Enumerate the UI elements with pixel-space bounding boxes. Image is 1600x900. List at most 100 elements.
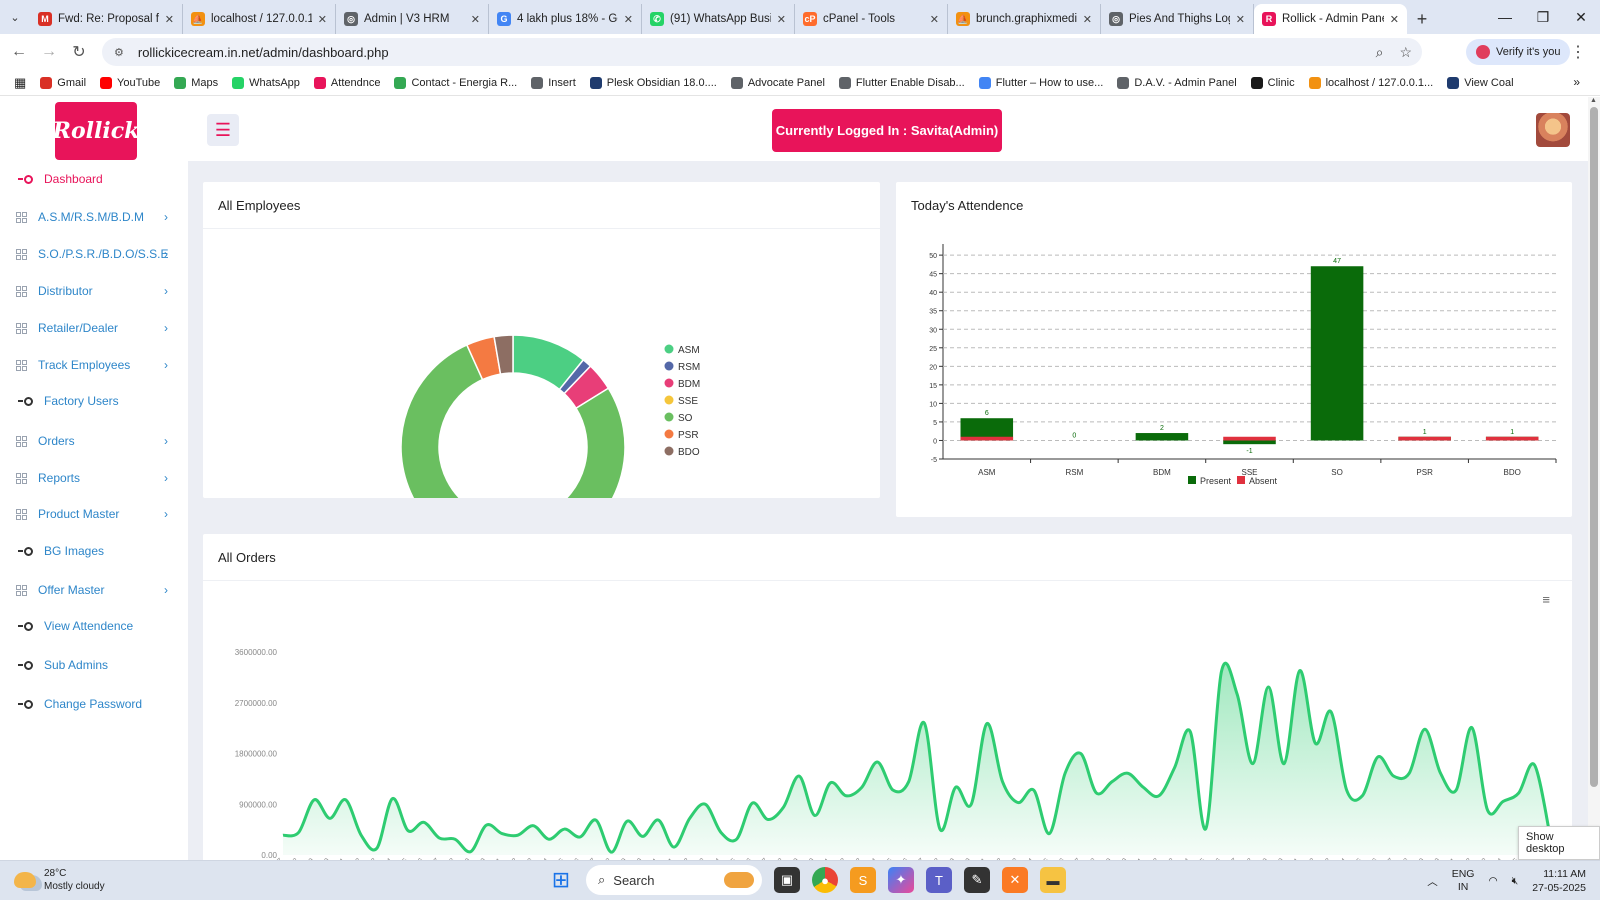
orders-point[interactable] bbox=[1126, 772, 1129, 775]
orders-point[interactable] bbox=[344, 798, 347, 801]
bookmark-item[interactable]: Flutter Enable Disab... bbox=[838, 76, 965, 89]
bookmark-item[interactable]: Advocate Panel bbox=[730, 76, 825, 89]
bar-present-so[interactable] bbox=[1310, 266, 1364, 441]
orders-point[interactable] bbox=[1392, 775, 1395, 778]
minimize-icon[interactable]: — bbox=[1486, 0, 1524, 34]
address-bar[interactable]: ⚙ rollickicecream.in.net/admin/dashboard… bbox=[102, 38, 1422, 66]
windows-start-icon[interactable]: ⊞ bbox=[548, 867, 574, 893]
orders-point[interactable] bbox=[391, 797, 394, 800]
close-tab-icon[interactable]: ✕ bbox=[1390, 13, 1399, 26]
orders-point[interactable] bbox=[813, 814, 816, 817]
orders-point[interactable] bbox=[1408, 772, 1411, 775]
browser-tab[interactable]: ◎ Pies And Thighs Logi ✕ bbox=[1101, 4, 1254, 34]
browser-tab[interactable]: ⛵ localhost / 127.0.0.1 / ✕ bbox=[183, 4, 336, 34]
legend-label[interactable]: RSM bbox=[678, 362, 700, 373]
orders-point[interactable] bbox=[438, 837, 441, 840]
menu-toggle-button[interactable]: ☰ bbox=[207, 114, 239, 146]
tray-overflow-icon[interactable]: ︿ bbox=[1427, 874, 1438, 889]
legend-label[interactable]: BDM bbox=[678, 379, 700, 390]
orders-point[interactable] bbox=[970, 803, 973, 806]
user-avatar[interactable] bbox=[1536, 113, 1570, 147]
orders-point[interactable] bbox=[641, 835, 644, 838]
close-tab-icon[interactable]: ✕ bbox=[165, 13, 174, 26]
sidebar-item-a-s-m-r-s-m-b-d-m[interactable]: A.S.M/R.S.M/B.D.M › bbox=[16, 210, 168, 224]
copilot-icon[interactable]: ✦ bbox=[888, 867, 914, 893]
bookmark-item[interactable]: YouTube bbox=[100, 76, 160, 89]
sidebar-item-bg-images[interactable]: BG Images bbox=[16, 544, 168, 558]
orders-point[interactable] bbox=[845, 794, 848, 797]
orders-point[interactable] bbox=[610, 851, 613, 854]
browser-tab[interactable]: R Rollick - Admin Panel ✕ bbox=[1254, 4, 1407, 34]
orders-point[interactable] bbox=[1095, 791, 1098, 794]
close-window-icon[interactable]: ✕ bbox=[1562, 0, 1600, 34]
browser-menu-icon[interactable]: ⋮ bbox=[1570, 42, 1586, 62]
orders-point[interactable] bbox=[673, 846, 676, 849]
orders-point[interactable] bbox=[328, 817, 331, 820]
sidebar-item-factory-users[interactable]: Factory Users bbox=[16, 394, 168, 408]
browser-tab[interactable]: ✆ (91) WhatsApp Busine ✕ bbox=[642, 4, 795, 34]
orders-point[interactable] bbox=[876, 760, 879, 763]
orders-point[interactable] bbox=[297, 831, 300, 834]
orders-point[interactable] bbox=[1048, 832, 1051, 835]
close-tab-icon[interactable]: ✕ bbox=[1083, 13, 1092, 26]
orders-point[interactable] bbox=[735, 838, 738, 841]
browser-tab[interactable]: M Fwd: Re: Proposal for ✕ bbox=[30, 4, 183, 34]
bookmark-item[interactable]: Insert bbox=[531, 76, 576, 89]
zoom-icon[interactable]: ⌕ bbox=[1376, 44, 1384, 61]
orders-point[interactable] bbox=[1533, 763, 1536, 766]
orders-point[interactable] bbox=[485, 824, 488, 827]
orders-point[interactable] bbox=[500, 832, 503, 835]
orders-point[interactable] bbox=[547, 838, 550, 841]
orders-point[interactable] bbox=[1439, 772, 1442, 775]
orders-point[interactable] bbox=[892, 789, 895, 792]
language-indicator[interactable]: ENG IN bbox=[1452, 868, 1475, 894]
bar-absent-sse[interactable] bbox=[1223, 436, 1276, 441]
browser-tab[interactable]: G 4 lakh plus 18% - Goo ✕ bbox=[489, 4, 642, 34]
sidebar-item-retailer-dealer[interactable]: Retailer/Dealer › bbox=[16, 321, 168, 335]
bookmark-item[interactable]: Contact - Energia R... bbox=[394, 76, 517, 89]
orders-point[interactable] bbox=[469, 850, 472, 853]
verify-profile-button[interactable]: Verify it's you bbox=[1466, 39, 1571, 65]
clock[interactable]: 11:11 AM 27-05-2025 bbox=[1532, 867, 1586, 895]
orders-point[interactable] bbox=[1267, 685, 1270, 688]
more-bookmarks-icon[interactable]: » bbox=[1573, 75, 1580, 89]
orders-point[interactable] bbox=[1423, 728, 1426, 731]
tab-search-chevron-icon[interactable]: ⌄ bbox=[0, 0, 30, 34]
orders-point[interactable] bbox=[751, 802, 754, 805]
orders-point[interactable] bbox=[594, 819, 597, 822]
orders-point[interactable] bbox=[1361, 794, 1364, 797]
close-tab-icon[interactable]: ✕ bbox=[624, 13, 633, 26]
bookmark-item[interactable]: localhost / 127.0.0.1... bbox=[1308, 76, 1433, 89]
orders-point[interactable] bbox=[1502, 800, 1505, 803]
orders-point[interactable] bbox=[1001, 780, 1004, 783]
orders-point[interactable] bbox=[516, 834, 519, 837]
orders-point[interactable] bbox=[1455, 789, 1458, 792]
orders-point[interactable] bbox=[1157, 794, 1160, 797]
orders-point[interactable] bbox=[1064, 772, 1067, 775]
orders-point[interactable] bbox=[719, 831, 722, 834]
orders-point[interactable] bbox=[907, 780, 910, 783]
orders-point[interactable] bbox=[1189, 730, 1192, 733]
bar-present-bdm[interactable] bbox=[1135, 433, 1189, 441]
orders-point[interactable] bbox=[422, 821, 425, 824]
orders-point[interactable] bbox=[985, 722, 988, 725]
bookmark-item[interactable]: Plesk Obsidian 18.0.... bbox=[589, 76, 717, 89]
bar-absent-bdo[interactable] bbox=[1485, 436, 1539, 441]
orders-point[interactable] bbox=[923, 722, 926, 725]
close-tab-icon[interactable]: ✕ bbox=[930, 13, 939, 26]
legend-label[interactable]: ASM bbox=[678, 345, 700, 356]
sidebar-item-offer-master[interactable]: Offer Master › bbox=[16, 583, 168, 597]
legend-label[interactable]: SO bbox=[678, 413, 693, 424]
taskbar-search[interactable]: ⌕ Search bbox=[586, 865, 762, 895]
legend-label[interactable]: Absent bbox=[1249, 476, 1278, 486]
bookmark-item[interactable]: Clinic bbox=[1250, 76, 1295, 89]
sidebar-item-orders[interactable]: Orders › bbox=[16, 434, 168, 448]
close-tab-icon[interactable]: ✕ bbox=[318, 13, 327, 26]
orders-point[interactable] bbox=[532, 824, 535, 827]
brand-logo[interactable]: Rollick bbox=[53, 102, 139, 160]
orders-point[interactable] bbox=[282, 834, 285, 837]
orders-point[interactable] bbox=[1079, 752, 1082, 755]
xampp-icon[interactable]: ✕ bbox=[1002, 867, 1028, 893]
close-tab-icon[interactable]: ✕ bbox=[777, 13, 786, 26]
bookmark-item[interactable]: D.A.V. - Admin Panel bbox=[1117, 76, 1237, 89]
